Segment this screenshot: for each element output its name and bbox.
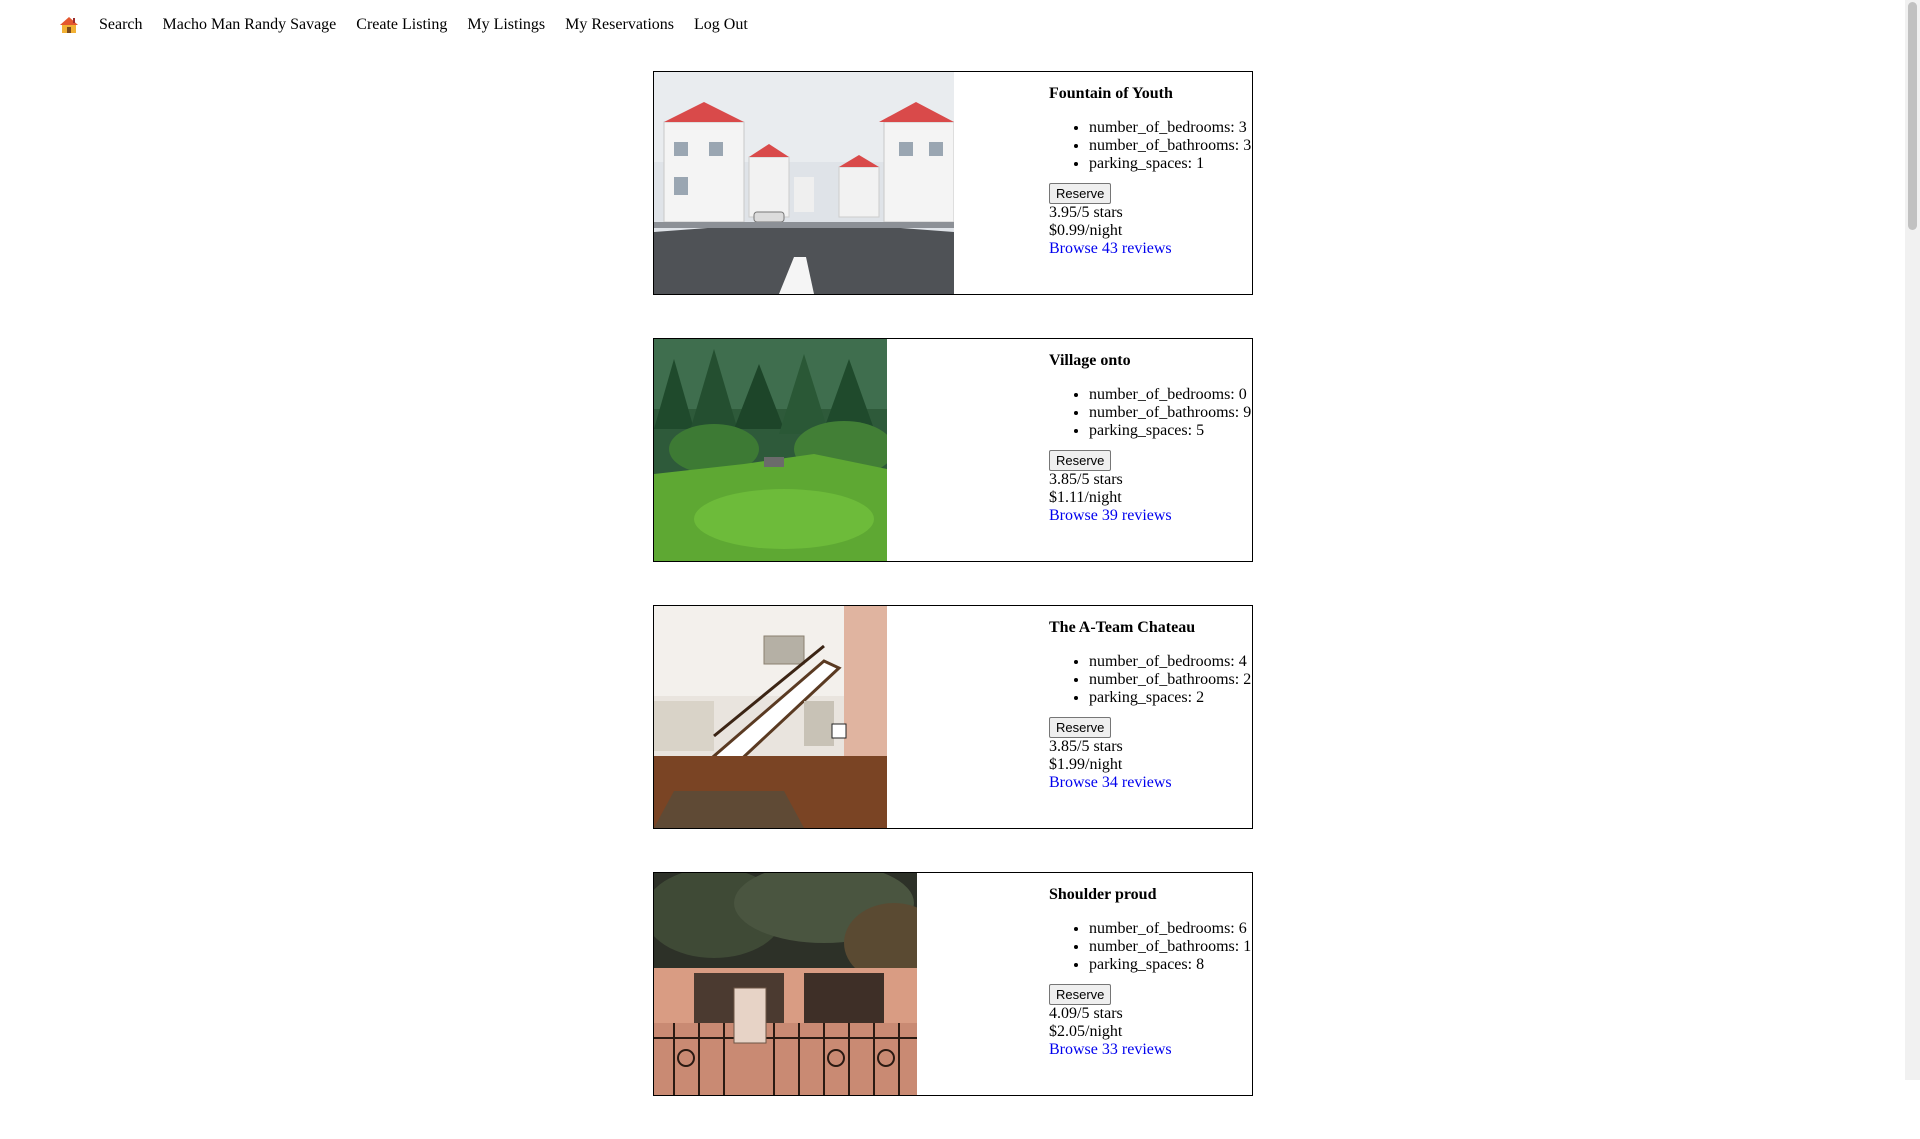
listing-price: $1.11/night (1049, 489, 1122, 506)
feature-parking: parking_spaces: 2 (1089, 689, 1252, 707)
page-scrollbar[interactable] (1905, 0, 1920, 1080)
listing-features: number_of_bedrooms: 4 number_of_bathroom… (1049, 653, 1252, 707)
reserve-button[interactable]: Reserve (1049, 450, 1112, 471)
feature-bedrooms: number_of_bedrooms: 0 (1089, 386, 1252, 404)
listing-info: Shoulder proud number_of_bedrooms: 6 num… (1049, 886, 1252, 1059)
listing-title: Shoulder proud (1049, 886, 1157, 903)
listings-list: Fountain of Youth number_of_bedrooms: 3 … (653, 71, 1253, 1139)
browse-reviews-link[interactable]: Browse 43 reviews (1049, 240, 1172, 257)
listing-title: The A-Team Chateau (1049, 619, 1196, 636)
nav-search-link[interactable]: Search (99, 16, 143, 34)
listing-rating: 3.85/5 stars (1049, 471, 1123, 488)
browse-reviews-link[interactable]: Browse 39 reviews (1049, 507, 1172, 524)
feature-bedrooms: number_of_bedrooms: 6 (1089, 920, 1252, 938)
listing-info: Fountain of Youth number_of_bedrooms: 3 … (1049, 85, 1252, 258)
listing-title: Fountain of Youth (1049, 85, 1173, 102)
feature-bathrooms: number_of_bathrooms: 3 (1089, 137, 1252, 155)
listing-rating: 3.95/5 stars (1049, 204, 1123, 221)
listing-price: $0.99/night (1049, 222, 1123, 239)
listing-info: Village onto number_of_bedrooms: 0 numbe… (1049, 352, 1252, 525)
listing-features: number_of_bedrooms: 3 number_of_bathroom… (1049, 119, 1252, 173)
feature-bedrooms: number_of_bedrooms: 3 (1089, 119, 1252, 137)
browse-reviews-link[interactable]: Browse 34 reviews (1049, 774, 1172, 791)
reserve-button[interactable]: Reserve (1049, 717, 1112, 738)
nav-my-reservations-link[interactable]: My Reservations (565, 16, 674, 34)
listing-rating: 3.85/5 stars (1049, 738, 1123, 755)
feature-parking: parking_spaces: 8 (1089, 956, 1252, 974)
feature-bedrooms: number_of_bedrooms: 4 (1089, 653, 1252, 671)
nav-profile-link[interactable]: Macho Man Randy Savage (163, 16, 337, 34)
listing-price: $1.99/night (1049, 756, 1123, 773)
reserve-button[interactable]: Reserve (1049, 984, 1112, 1005)
feature-bathrooms: number_of_bathrooms: 2 (1089, 671, 1252, 689)
browse-reviews-link[interactable]: Browse 33 reviews (1049, 1041, 1172, 1058)
top-nav: Search Macho Man Randy Savage Create Lis… (59, 14, 768, 36)
listing-price: $2.05/night (1049, 1023, 1123, 1040)
feature-parking: parking_spaces: 5 (1089, 422, 1252, 440)
listing-photo-ornate-gate[interactable] (654, 873, 917, 1095)
nav-my-listings-link[interactable]: My Listings (467, 16, 545, 34)
feature-parking: parking_spaces: 1 (1089, 155, 1252, 173)
house-icon[interactable] (59, 15, 79, 35)
listing-features: number_of_bedrooms: 0 number_of_bathroom… (1049, 386, 1252, 440)
nav-create-listing-link[interactable]: Create Listing (356, 16, 447, 34)
listing-info: The A-Team Chateau number_of_bedrooms: 4… (1049, 619, 1252, 792)
listing-photo-green-valley[interactable] (654, 339, 887, 561)
listing-features: number_of_bedrooms: 6 number_of_bathroom… (1049, 920, 1252, 974)
reserve-button[interactable]: Reserve (1049, 183, 1112, 204)
listing-card: Fountain of Youth number_of_bedrooms: 3 … (653, 71, 1253, 295)
scrollbar-thumb[interactable] (1908, 2, 1917, 230)
listing-card: The A-Team Chateau number_of_bedrooms: 4… (653, 605, 1253, 829)
listing-photo-street-houses[interactable] (654, 72, 954, 294)
listing-photo-interior-staircase[interactable] (654, 606, 887, 828)
feature-bathrooms: number_of_bathrooms: 9 (1089, 404, 1252, 422)
listing-title: Village onto (1049, 352, 1131, 369)
nav-logout-link[interactable]: Log Out (694, 16, 748, 34)
feature-bathrooms: number_of_bathrooms: 1 (1089, 938, 1252, 956)
listing-card: Shoulder proud number_of_bedrooms: 6 num… (653, 872, 1253, 1096)
listing-card: Village onto number_of_bedrooms: 0 numbe… (653, 338, 1253, 562)
listing-rating: 4.09/5 stars (1049, 1005, 1123, 1022)
